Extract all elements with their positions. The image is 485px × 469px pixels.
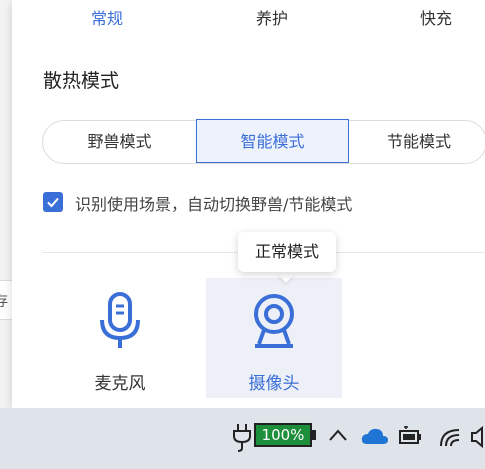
settings-panel: 常规 养护 快充 散热模式 野兽模式 智能模式 节能模式 识别使用场景，自动切换… [12,0,485,408]
microphone-icon [100,292,140,348]
onedrive-cloud-icon[interactable] [361,428,389,446]
tab-fast-charge[interactable]: 快充 [420,5,452,29]
tab-maintenance[interactable]: 养护 [256,5,288,29]
power-saving-mode-button[interactable]: 节能模式 [349,121,485,163]
microphone-toggle[interactable]: 麦克风 [52,278,188,398]
battery-nub [312,430,316,440]
tab-general[interactable]: 常规 [91,5,123,29]
camera-toggle[interactable]: 摄像头 [206,278,342,398]
battery-icon[interactable]: 100% [254,423,312,447]
cooling-mode-title: 散热模式 [43,70,120,92]
camera-icon [254,294,294,348]
camera-label: 摄像头 [248,374,300,394]
wifi-icon[interactable] [439,426,463,448]
battery-status-icon[interactable] [398,426,424,446]
plug-icon[interactable] [232,422,252,452]
checkmark-icon [47,197,59,208]
speaker-icon[interactable] [470,426,485,448]
cooling-mode-selector: 野兽模式 智能模式 节能模式 [42,119,485,164]
chevron-up-icon[interactable] [328,428,348,442]
mode-tooltip: 正常模式 [238,232,336,272]
beast-mode-button[interactable]: 野兽模式 [43,121,196,163]
taskbar: 100% [0,408,485,469]
auto-switch-checkbox[interactable] [43,192,63,212]
auto-switch-label: 识别使用场景，自动切换野兽/节能模式 [75,195,353,214]
tab-bar: 常规 养护 快充 [12,0,485,36]
microphone-label: 麦克风 [94,374,146,394]
background-window-text: 存 [0,291,8,311]
smart-mode-button[interactable]: 智能模式 [196,119,349,163]
